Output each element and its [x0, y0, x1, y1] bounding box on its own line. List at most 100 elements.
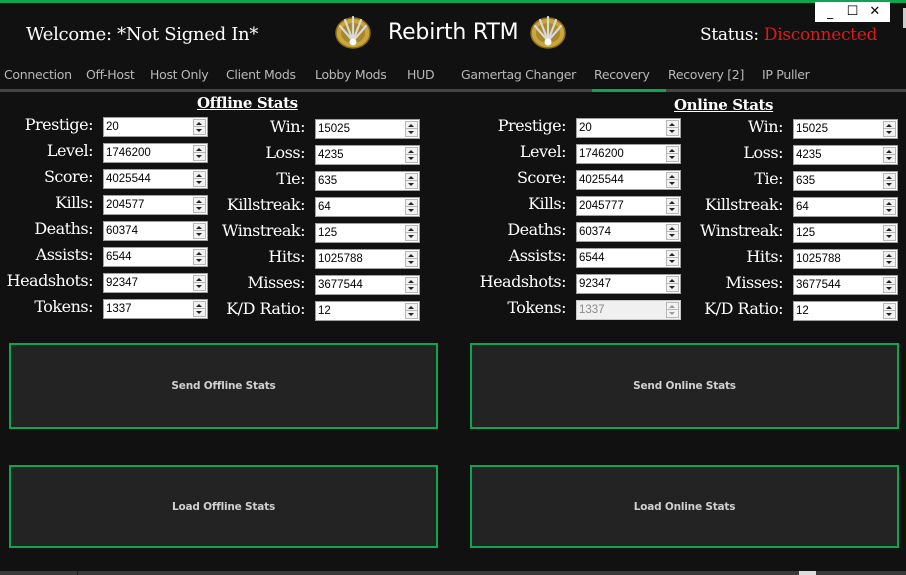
online-right-input-7[interactable] — [794, 302, 880, 320]
tab-host-only[interactable]: Host Only — [150, 67, 209, 82]
decrement-arrow-icon[interactable] — [884, 207, 895, 214]
online-right-stepper-3[interactable] — [793, 197, 898, 217]
offline-right-input-1[interactable] — [316, 146, 402, 164]
offline-right-input-2[interactable] — [316, 172, 402, 190]
increment-arrow-icon[interactable] — [406, 200, 417, 207]
online-left-input-0[interactable] — [577, 119, 663, 137]
tab-client-mods[interactable]: Client Mods — [226, 67, 296, 82]
increment-arrow-icon[interactable] — [406, 148, 417, 155]
online-right-input-2[interactable] — [794, 172, 880, 190]
decrement-arrow-icon[interactable] — [406, 233, 417, 240]
decrement-arrow-icon[interactable] — [667, 232, 678, 239]
offline-left-stepper-2[interactable] — [103, 169, 208, 189]
online-right-stepper-7[interactable] — [793, 301, 898, 321]
decrement-arrow-icon[interactable] — [884, 181, 895, 188]
decrement-arrow-icon[interactable] — [194, 179, 205, 186]
decrement-arrow-icon[interactable] — [194, 257, 205, 264]
decrement-arrow-icon[interactable] — [884, 233, 895, 240]
offline-right-stepper-7[interactable] — [315, 301, 420, 321]
tab-recovery-2[interactable]: Recovery [2] — [668, 67, 744, 82]
minimize-button[interactable]: _ — [820, 5, 840, 19]
increment-arrow-icon[interactable] — [194, 224, 205, 231]
decrement-arrow-icon[interactable] — [667, 284, 678, 291]
offline-left-stepper-5[interactable] — [103, 247, 208, 267]
online-right-stepper-1[interactable] — [793, 145, 898, 165]
decrement-arrow-icon[interactable] — [884, 155, 895, 162]
offline-right-stepper-5[interactable] — [315, 249, 420, 269]
decrement-arrow-icon[interactable] — [406, 181, 417, 188]
send-online-stats-button[interactable]: Send Online Stats — [470, 343, 899, 429]
decrement-arrow-icon[interactable] — [884, 259, 895, 266]
offline-left-stepper-3[interactable] — [103, 195, 208, 215]
increment-arrow-icon[interactable] — [194, 120, 205, 127]
increment-arrow-icon[interactable] — [667, 121, 678, 128]
increment-arrow-icon[interactable] — [194, 146, 205, 153]
scrollbar-thumb[interactable] — [799, 571, 816, 575]
increment-arrow-icon[interactable] — [406, 278, 417, 285]
online-left-stepper-7[interactable] — [576, 300, 681, 320]
offline-right-stepper-3[interactable] — [315, 197, 420, 217]
horizontal-scrollbar[interactable] — [0, 571, 906, 575]
offline-right-input-7[interactable] — [316, 302, 402, 320]
increment-arrow-icon[interactable] — [667, 147, 678, 154]
offline-left-stepper-0[interactable] — [103, 117, 208, 137]
increment-arrow-icon[interactable] — [667, 199, 678, 206]
decrement-arrow-icon[interactable] — [667, 128, 678, 135]
decrement-arrow-icon[interactable] — [667, 206, 678, 213]
increment-arrow-icon[interactable] — [667, 225, 678, 232]
decrement-arrow-icon[interactable] — [884, 311, 895, 318]
offline-left-input-1[interactable] — [104, 144, 190, 162]
offline-right-stepper-2[interactable] — [315, 171, 420, 191]
offline-right-input-0[interactable] — [316, 120, 402, 138]
offline-right-input-6[interactable] — [316, 276, 402, 294]
tab-off-host[interactable]: Off-Host — [86, 67, 135, 82]
close-button[interactable]: ✕ — [865, 2, 885, 22]
increment-arrow-icon[interactable] — [884, 278, 895, 285]
tab-recovery[interactable]: Recovery — [594, 67, 650, 82]
decrement-arrow-icon[interactable] — [406, 285, 417, 292]
offline-right-stepper-1[interactable] — [315, 145, 420, 165]
send-offline-stats-button[interactable]: Send Offline Stats — [9, 343, 438, 429]
online-left-stepper-2[interactable] — [576, 170, 681, 190]
increment-arrow-icon[interactable] — [194, 172, 205, 179]
online-left-stepper-0[interactable] — [576, 118, 681, 138]
offline-left-input-5[interactable] — [104, 248, 190, 266]
tab-connection[interactable]: Connection — [4, 67, 72, 82]
tab-gamertag-changer[interactable]: Gamertag Changer — [461, 67, 576, 82]
online-left-stepper-4[interactable] — [576, 222, 681, 242]
increment-arrow-icon[interactable] — [884, 252, 895, 259]
online-left-input-5[interactable] — [577, 249, 663, 267]
online-right-stepper-2[interactable] — [793, 171, 898, 191]
increment-arrow-icon[interactable] — [884, 200, 895, 207]
online-right-input-4[interactable] — [794, 224, 880, 242]
offline-right-input-4[interactable] — [316, 224, 402, 242]
decrement-arrow-icon[interactable] — [667, 180, 678, 187]
increment-arrow-icon[interactable] — [884, 174, 895, 181]
tab-ip-puller[interactable]: IP Puller — [762, 67, 810, 82]
offline-right-stepper-0[interactable] — [315, 119, 420, 139]
decrement-arrow-icon[interactable] — [667, 258, 678, 265]
online-right-input-6[interactable] — [794, 276, 880, 294]
online-left-input-1[interactable] — [577, 145, 663, 163]
increment-arrow-icon[interactable] — [406, 174, 417, 181]
decrement-arrow-icon[interactable] — [194, 231, 205, 238]
increment-arrow-icon[interactable] — [406, 304, 417, 311]
decrement-arrow-icon[interactable] — [667, 154, 678, 161]
online-right-stepper-5[interactable] — [793, 249, 898, 269]
increment-arrow-icon[interactable] — [884, 148, 895, 155]
online-left-input-7[interactable] — [577, 301, 663, 319]
offline-left-input-7[interactable] — [104, 300, 190, 318]
online-right-stepper-4[interactable] — [793, 223, 898, 243]
online-left-input-4[interactable] — [577, 223, 663, 241]
online-right-input-3[interactable] — [794, 198, 880, 216]
decrement-arrow-icon[interactable] — [406, 207, 417, 214]
offline-left-stepper-7[interactable] — [103, 299, 208, 319]
online-left-stepper-1[interactable] — [576, 144, 681, 164]
offline-left-input-3[interactable] — [104, 196, 190, 214]
online-right-stepper-0[interactable] — [793, 119, 898, 139]
offline-right-stepper-6[interactable] — [315, 275, 420, 295]
increment-arrow-icon[interactable] — [406, 252, 417, 259]
decrement-arrow-icon[interactable] — [884, 129, 895, 136]
offline-left-stepper-1[interactable] — [103, 143, 208, 163]
decrement-arrow-icon[interactable] — [194, 127, 205, 134]
